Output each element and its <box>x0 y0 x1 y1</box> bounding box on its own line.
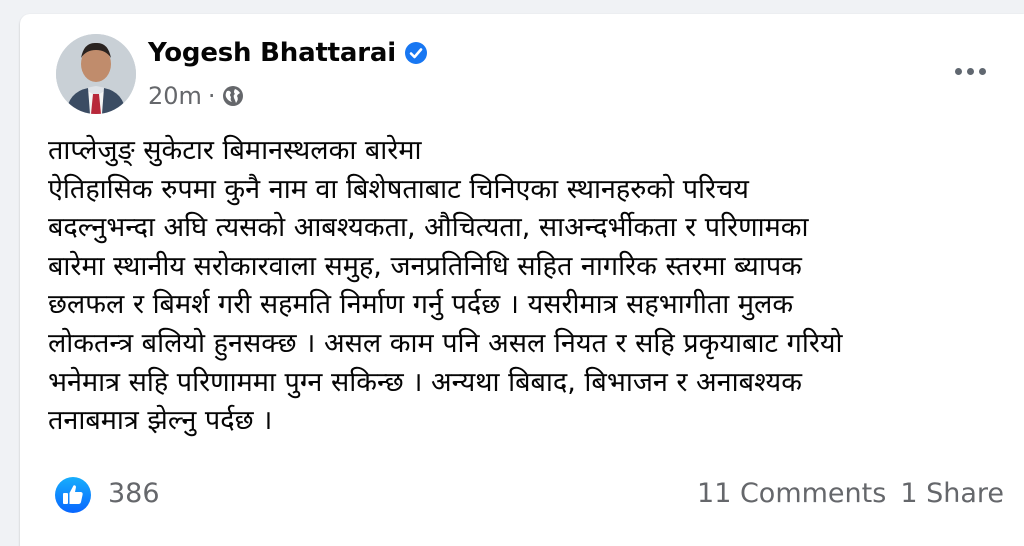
more-options-icon[interactable] <box>955 68 986 75</box>
post-text-line: ताप्लेजुङ् सुकेटार बिमानस्थलका बारेमा <box>48 135 422 166</box>
reaction-count[interactable]: 386 <box>108 478 160 509</box>
post-text-line: तनाबमात्र झेल्नु पर्दछ । <box>48 405 273 437</box>
avatar[interactable] <box>56 34 136 114</box>
post-text-line: ए‌ेतिहासिक रुपमा कुनै नाम वा बिशेषताबाट … <box>48 173 749 205</box>
post-card: Yogesh Bhattarai 20m · ताप्लेजुङ् सुकेटा… <box>20 14 1024 546</box>
shares-count-link[interactable]: 1 Share <box>900 478 1004 509</box>
globe-icon[interactable] <box>222 85 244 107</box>
engagement-summary: 11 Comments 1 Share <box>697 478 1004 509</box>
meta-separator: · <box>207 82 216 110</box>
comments-count-link[interactable]: 11 Comments <box>697 478 886 509</box>
like-reaction-icon[interactable] <box>54 476 92 514</box>
post-footer: 386 11 Comments 1 Share <box>54 476 1024 516</box>
post-text-line: छलफल र बिमर्श गरी सहमति निर्माण गर्नु पर… <box>48 289 794 321</box>
post-timestamp[interactable]: 20m <box>148 82 202 110</box>
post-header: Yogesh Bhattarai 20m · <box>56 34 1024 114</box>
post-text-line: भनेमात्र सहि परिणाममा पुग्न सकिन्छ । अन्… <box>48 366 802 398</box>
author-row: Yogesh Bhattarai <box>148 38 428 68</box>
post-text: ताप्लेजुङ् सुकेटार बिमानस्थलका बारेमा ए‌… <box>48 132 998 441</box>
verified-badge-icon <box>404 41 428 65</box>
author-name[interactable]: Yogesh Bhattarai <box>148 38 396 68</box>
profile-photo <box>56 34 136 114</box>
post-text-line: बारेमा स्थानीय सरोकारवाला समुह, जनप्रतिन… <box>48 250 802 282</box>
post-meta: 20m · <box>148 82 244 110</box>
post-text-line: बदल्नुभन्दा अघि त्यसको आबश्यकता, औचित्यत… <box>48 212 809 244</box>
post-text-line: लोकतन्त्र बलियो हुनसक्छ । असल काम पनि अस… <box>48 327 843 359</box>
